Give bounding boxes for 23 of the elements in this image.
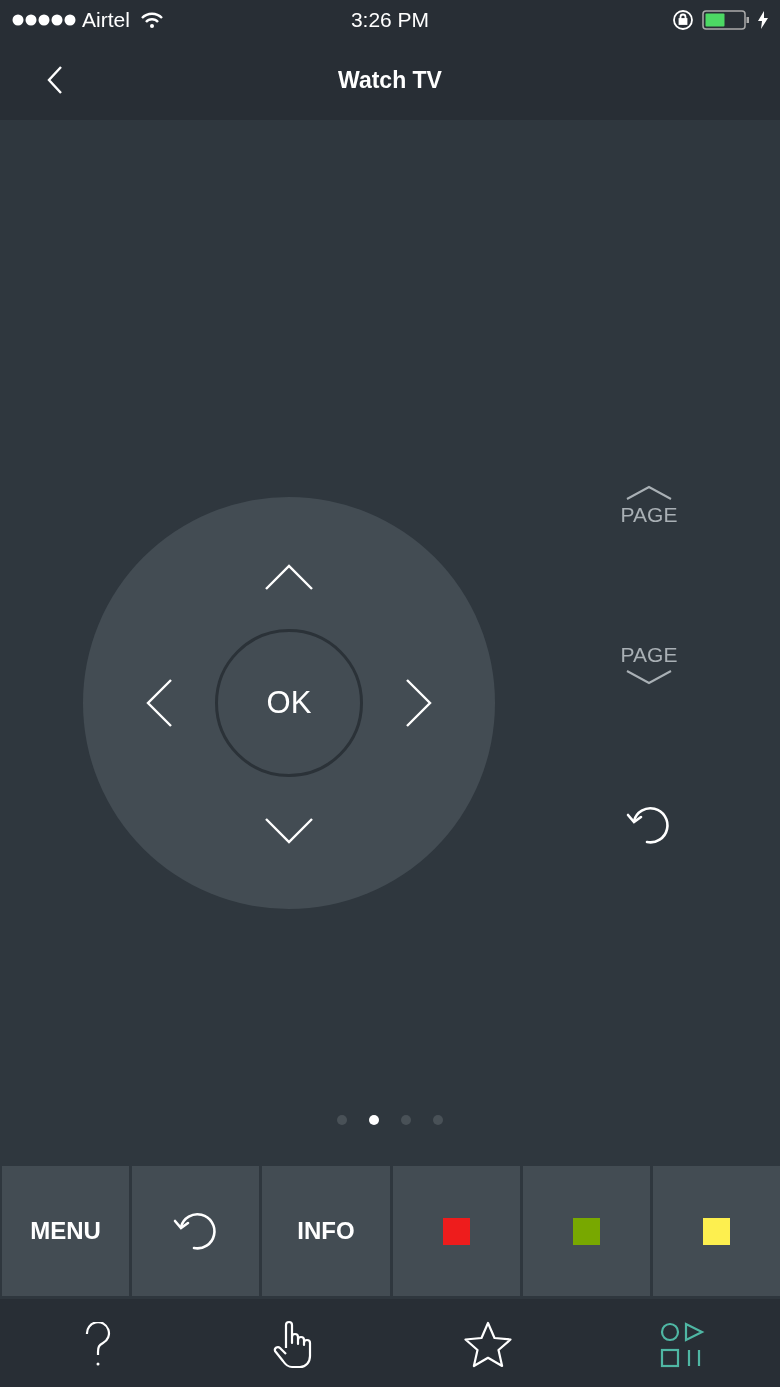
media-shapes-icon <box>659 1322 706 1368</box>
up-chevron-icon <box>624 485 674 501</box>
charging-icon <box>758 11 768 29</box>
color-key[interactable] <box>392 1166 520 1296</box>
back-button[interactable] <box>46 65 64 95</box>
ok-button[interactable]: OK <box>215 629 363 777</box>
color-key[interactable] <box>522 1166 650 1296</box>
help-icon <box>83 1322 112 1368</box>
page-up-button[interactable]: PAGE <box>620 485 678 527</box>
signal-icon <box>12 14 76 26</box>
screen-title: Watch TV <box>338 66 442 94</box>
page-down-button[interactable]: PAGE <box>620 643 678 685</box>
remote-key[interactable]: INFO <box>262 1166 390 1296</box>
down-chevron-icon <box>624 669 674 685</box>
clock-time: 3:26 PM <box>350 8 430 32</box>
rotation-lock-icon <box>672 9 694 31</box>
carrier-name: Airtel <box>82 8 130 32</box>
star-icon <box>462 1321 513 1369</box>
pointing-hand-icon <box>271 1320 314 1370</box>
battery-icon <box>702 10 750 30</box>
wifi-icon <box>139 11 164 29</box>
color-key[interactable] <box>652 1166 780 1296</box>
remote-key[interactable]: MENU <box>2 1166 130 1296</box>
